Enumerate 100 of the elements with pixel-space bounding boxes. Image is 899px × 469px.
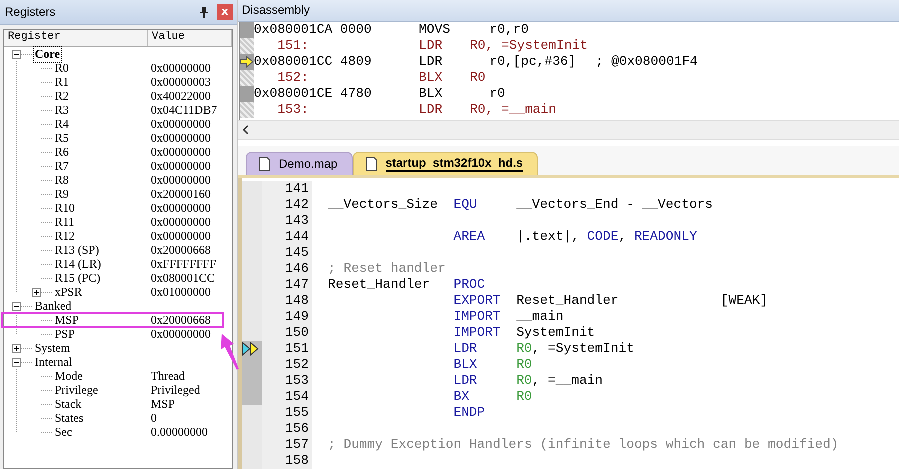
line-number: 142	[284, 197, 310, 213]
register-name[interactable]: R12	[54, 229, 76, 244]
gutter-cell	[240, 70, 254, 86]
register-value: 0x00000000	[150, 229, 212, 244]
register-name[interactable]: R10	[54, 201, 76, 216]
register-name[interactable]: PSP	[54, 327, 76, 342]
register-name[interactable]: R9	[54, 187, 70, 202]
register-name[interactable]: R15 (PC)	[54, 271, 102, 286]
gutter-cell	[240, 38, 254, 54]
panel-title: Disassembly	[242, 3, 310, 18]
register-value: 0x00000000	[150, 61, 212, 76]
register-value: 0.00000000	[150, 425, 209, 440]
code-line: ; Reset handler	[328, 261, 447, 277]
code-line: BLX R0	[452, 357, 534, 373]
line-number: 143	[284, 213, 310, 229]
code-line: IMPORT __main	[452, 309, 565, 325]
register-value: 0x00000000	[150, 117, 212, 132]
column-header: Value	[148, 30, 232, 46]
register-name[interactable]: R11	[54, 215, 76, 230]
register-name[interactable]: States	[54, 411, 85, 426]
register-value: 0x40022000	[150, 89, 212, 104]
register-value: 0x00000003	[150, 75, 212, 90]
register-value: 0x20000668	[150, 243, 212, 258]
register-value: 0x00000000	[150, 327, 212, 342]
register-name[interactable]: Privilege	[54, 383, 100, 398]
code-line: EXPORT Reset_Handler [WEAK]	[452, 293, 770, 309]
code-line: BX R0	[452, 389, 534, 405]
register-name[interactable]: R6	[54, 145, 70, 160]
document-icon	[366, 157, 378, 171]
expand-icon[interactable]	[32, 288, 41, 297]
line-number: 157	[284, 437, 310, 453]
file-tab[interactable]: Demo.map	[246, 152, 353, 175]
disassembly-line: 0x080001CE 4780 BLX r0	[254, 86, 506, 102]
line-number: 146	[284, 261, 310, 277]
register-value: 0x01000000	[150, 285, 212, 300]
column-header: Register	[4, 30, 148, 46]
source-line: 153: LDR R0, =__main	[276, 102, 558, 118]
line-number: 152	[284, 357, 310, 373]
code-line: LDR R0, =SystemInit	[452, 341, 636, 357]
scroll-left-icon[interactable]	[242, 124, 250, 135]
register-name[interactable]: Core	[34, 46, 62, 62]
register-value: 0x00000000	[150, 173, 212, 188]
code-line: ENDP	[452, 405, 486, 421]
register-name[interactable]: Sec	[54, 425, 74, 440]
register-name[interactable]: R14 (LR)	[54, 257, 102, 272]
register-name[interactable]: R3	[54, 103, 70, 118]
register-name[interactable]: xPSR	[54, 285, 84, 300]
register-name[interactable]: Mode	[54, 369, 84, 384]
register-value: 0xFFFFFFFF	[150, 257, 218, 272]
register-name[interactable]: R4	[54, 117, 70, 132]
register-value: 0x00000000	[150, 159, 212, 174]
source-line: 152: BLX R0	[276, 70, 487, 86]
register-name[interactable]: R2	[54, 89, 70, 104]
register-value: MSP	[150, 397, 176, 412]
gutter-cell	[240, 22, 254, 38]
code-line: Reset_Handler PROC	[328, 277, 486, 293]
code-line: AREA |.text|, CODE, READONLY	[452, 229, 698, 245]
register-value: Privileged	[150, 383, 202, 398]
register-name[interactable]: MSP	[54, 313, 80, 328]
register-name[interactable]: R13 (SP)	[54, 243, 100, 258]
register-value: 0x00000000	[150, 131, 212, 146]
register-name[interactable]: R8	[54, 173, 70, 188]
register-name[interactable]: Internal	[34, 354, 74, 370]
register-value: 0x00000000	[150, 215, 212, 230]
code-line: IMPORT SystemInit	[452, 325, 596, 341]
register-value: 0x20000160	[150, 187, 212, 202]
register-value: 0x00000000	[150, 201, 212, 216]
register-name[interactable]: Stack	[54, 397, 83, 412]
register-name[interactable]: System	[34, 340, 72, 356]
register-value: 0x080001CC	[150, 271, 216, 286]
panel-title: Registers	[5, 5, 57, 19]
register-name[interactable]: R0	[54, 61, 70, 76]
code-line: ; Dummy Exception Handlers (infinite loops which can be modified)	[328, 437, 840, 453]
source-line: 151: LDR R0, =SystemInit	[276, 38, 589, 54]
file-tab[interactable]: startup_stm32f10x_hd.s	[352, 152, 538, 175]
code-line: __Vectors_Size EQU __Vectors_End - __Vectors	[328, 197, 714, 213]
line-number: 155	[284, 405, 310, 421]
collapse-icon[interactable]	[12, 302, 21, 310]
line-number: 147	[284, 277, 310, 293]
register-name[interactable]: R1	[54, 75, 70, 90]
line-number: 154	[284, 389, 310, 405]
register-value: 0x04C11DB7	[150, 103, 218, 118]
register-value: 0	[150, 411, 158, 426]
register-name[interactable]: Banked	[34, 298, 73, 314]
line-number: 145	[284, 245, 310, 261]
line-number: 156	[284, 421, 310, 437]
disassembly-line: 0x080001CC 4809 LDR r0,[pc,#36] ; @0x080001F4	[254, 54, 698, 70]
register-value: Thread	[150, 369, 186, 384]
collapse-icon[interactable]	[12, 50, 21, 58]
line-number: 150	[284, 325, 310, 341]
line-number: 158	[284, 453, 310, 469]
collapse-icon[interactable]	[12, 358, 21, 366]
pin-icon[interactable]	[199, 6, 209, 18]
code-line: LDR R0, =__main	[452, 373, 604, 389]
line-number: 141	[284, 181, 310, 197]
register-name[interactable]: R7	[54, 159, 70, 174]
horizontal-scrollbar[interactable]	[238, 120, 899, 140]
register-name[interactable]: R5	[54, 131, 70, 146]
expand-icon[interactable]	[12, 344, 21, 352]
close-button[interactable]: x	[217, 4, 233, 20]
